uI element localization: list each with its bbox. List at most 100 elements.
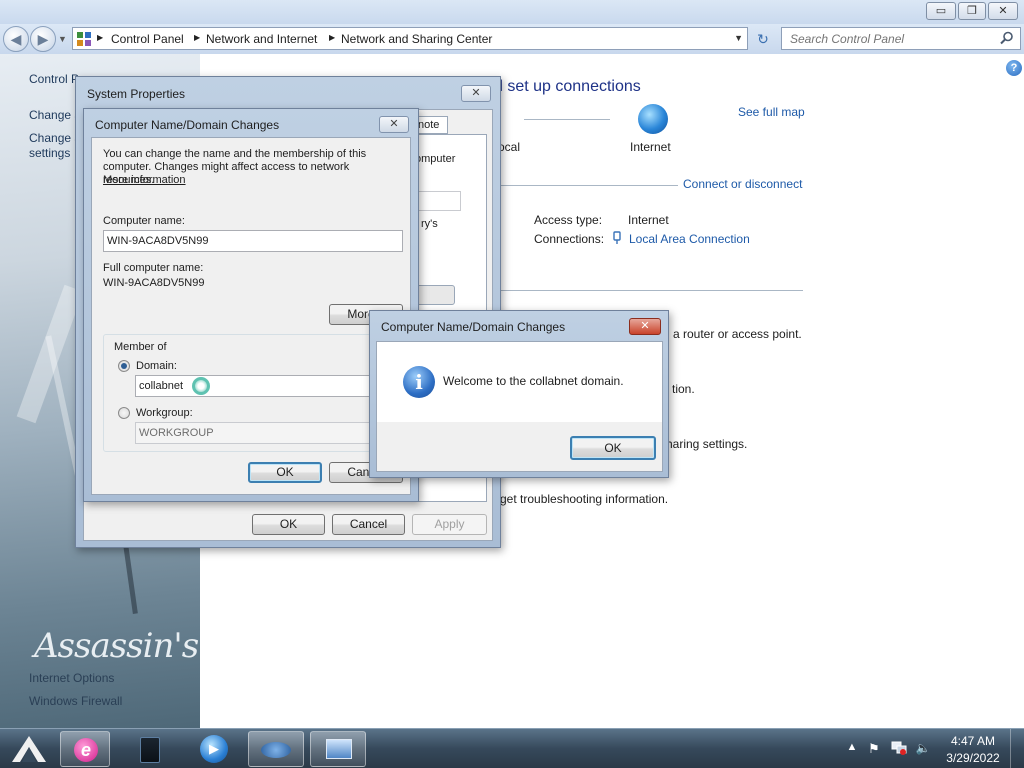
- computer-name-label: Computer name:: [103, 215, 185, 227]
- member-of-group: Member of Domain: collabnet Workgroup: W…: [103, 334, 403, 452]
- internet-options-link[interactable]: Internet Options: [29, 671, 114, 685]
- network-map-line: [524, 119, 610, 120]
- page-heading: d set up connections: [494, 78, 641, 95]
- domain-radio[interactable]: [118, 360, 130, 372]
- maximize-button[interactable]: ❐: [958, 2, 986, 20]
- wallpaper-logo-text: Assassin's Creed: [34, 626, 200, 666]
- information-icon: i: [403, 366, 435, 398]
- back-button[interactable]: ◀: [3, 26, 29, 52]
- show-hidden-icons-icon[interactable]: ▲: [844, 741, 860, 755]
- local-area-connection-link[interactable]: Local Area Connection: [629, 232, 750, 246]
- connect-or-disconnect-link[interactable]: Connect or disconnect: [683, 177, 802, 191]
- computer-name-field[interactable]: WIN-9ACA8DV5N99: [103, 230, 403, 252]
- access-type-value: Internet: [628, 213, 669, 227]
- control-panel-icon: [77, 32, 91, 46]
- drive-icon: [140, 737, 160, 763]
- change-advanced-sharing-link[interactable]: Change a: [29, 131, 81, 145]
- full-computer-name-value: WIN-9ACA8DV5N99: [103, 277, 205, 289]
- system-properties-cancel-button[interactable]: Cancel: [332, 514, 405, 535]
- window-titlebar: ▭ ❐ ✕: [0, 0, 1024, 24]
- navigation-bar: ◀ ▶ ▼ ▶ Control Panel ▶ Network and Inte…: [0, 24, 1024, 54]
- task-text-fragment: a router or access point.: [673, 327, 802, 341]
- wallpaper-streak: [123, 543, 138, 615]
- taskbar-media-player[interactable]: ▶: [188, 731, 238, 767]
- welcome-dialog-body: i Welcome to the collabnet domain. OK: [376, 341, 663, 472]
- connections-label: Connections:: [534, 232, 605, 246]
- breadcrumb-separator-icon: ▶: [97, 33, 104, 42]
- search-box[interactable]: [781, 27, 1021, 50]
- refresh-icon[interactable]: ↻: [751, 28, 775, 50]
- workgroup-label: Workgroup:: [136, 407, 193, 419]
- system-properties-ok-button[interactable]: OK: [252, 514, 325, 535]
- address-dropdown-icon[interactable]: ▼: [734, 33, 743, 43]
- action-center-flag-icon[interactable]: ⚑: [866, 741, 882, 756]
- close-window-button[interactable]: ✕: [988, 2, 1018, 20]
- welcome-ok-button[interactable]: OK: [570, 436, 656, 460]
- domain-label: Domain:: [136, 360, 177, 372]
- see-full-map-link[interactable]: See full map: [738, 105, 805, 119]
- recent-pages-dropdown[interactable]: ▼: [58, 34, 67, 44]
- welcome-message: Welcome to the collabnet domain.: [443, 374, 624, 388]
- welcome-dialog-close-button[interactable]: ✕: [629, 318, 661, 335]
- windows-firewall-link[interactable]: Windows Firewall: [29, 694, 122, 708]
- workgroup-radio[interactable]: [118, 407, 130, 419]
- media-player-icon: ▶: [200, 735, 228, 763]
- name-changes-body: You can change the name and the membersh…: [91, 137, 411, 495]
- taskbar: e ▶ ▲ ⚑ 🔈 4:47 AM 3/29/2022: [0, 728, 1024, 768]
- control-panel-home-link[interactable]: Control P: [29, 72, 79, 86]
- forward-button[interactable]: ▶: [30, 26, 56, 52]
- taskbar-internet-explorer[interactable]: e: [60, 731, 110, 767]
- system-properties-title: System Properties: [87, 87, 186, 101]
- domain-field[interactable]: collabnet: [135, 375, 397, 397]
- internet-label: Internet: [630, 140, 671, 154]
- taskbar-file-manager[interactable]: [124, 731, 174, 767]
- section-divider: [500, 185, 678, 186]
- busy-cursor-icon: [192, 377, 210, 395]
- minimize-button[interactable]: ▭: [926, 2, 956, 20]
- message-area: i Welcome to the collabnet domain.: [377, 342, 662, 422]
- system-properties-apply-button: Apply: [412, 514, 487, 535]
- task-text-fragment: haring settings.: [666, 437, 748, 451]
- show-desktop-button[interactable]: [1010, 729, 1024, 768]
- breadcrumb-control-panel[interactable]: Control Panel: [111, 32, 184, 46]
- name-changes-title: Computer Name/Domain Changes: [95, 118, 280, 132]
- search-icon[interactable]: [1000, 31, 1014, 45]
- change-adapter-settings-link[interactable]: Change a: [29, 108, 81, 122]
- address-bar[interactable]: ▶ Control Panel ▶ Network and Internet ▶…: [72, 27, 748, 50]
- clock-time[interactable]: 4:47 AM: [944, 734, 1002, 748]
- breadcrumb-separator-icon[interactable]: ▶: [329, 33, 335, 42]
- breadcrumb-network-and-sharing-center[interactable]: Network and Sharing Center: [341, 32, 492, 46]
- volume-muted-icon[interactable]: 🔈: [915, 741, 931, 755]
- task-text-fragment: get troubleshooting information.: [500, 492, 669, 506]
- network-status-icon[interactable]: [891, 741, 907, 755]
- clock-date[interactable]: 3/29/2022: [944, 751, 1002, 765]
- internet-globe-icon: [638, 104, 668, 134]
- search-input[interactable]: [790, 31, 990, 47]
- network-icon: [261, 742, 291, 758]
- tab-text-fragment: omputer: [415, 153, 456, 165]
- help-icon[interactable]: ?: [1006, 60, 1022, 76]
- taskbar-system-properties[interactable]: [310, 731, 366, 767]
- breadcrumb-network-and-internet[interactable]: Network and Internet: [206, 32, 317, 46]
- workgroup-field: WORKGROUP: [135, 422, 397, 444]
- task-text-fragment: tion.: [672, 382, 695, 396]
- computer-monitor-icon: [326, 739, 352, 759]
- access-type-label: Access type:: [534, 213, 603, 227]
- name-changes-ok-button[interactable]: OK: [248, 462, 322, 483]
- system-properties-close-button[interactable]: ✕: [461, 85, 491, 102]
- welcome-dialog-title: Computer Name/Domain Changes: [381, 320, 566, 334]
- member-of-label: Member of: [112, 341, 169, 353]
- welcome-dialog: Computer Name/Domain Changes ✕ i Welcome…: [369, 310, 669, 478]
- breadcrumb-separator-icon[interactable]: ▶: [194, 33, 200, 42]
- taskbar-network-window[interactable]: [248, 731, 304, 767]
- start-logo-icon[interactable]: [10, 734, 48, 764]
- tab-text-fragment: ry's: [421, 218, 438, 230]
- more-information-link[interactable]: More information: [103, 174, 186, 186]
- network-adapter-icon: [613, 231, 621, 244]
- tab-remote[interactable]: note: [414, 116, 448, 134]
- section-divider: [500, 290, 803, 291]
- local-label-fragment: ocal: [498, 140, 521, 154]
- name-changes-close-button[interactable]: ✕: [379, 116, 409, 133]
- internet-explorer-icon: e: [74, 738, 98, 762]
- change-advanced-sharing-link-line2[interactable]: settings: [29, 146, 70, 160]
